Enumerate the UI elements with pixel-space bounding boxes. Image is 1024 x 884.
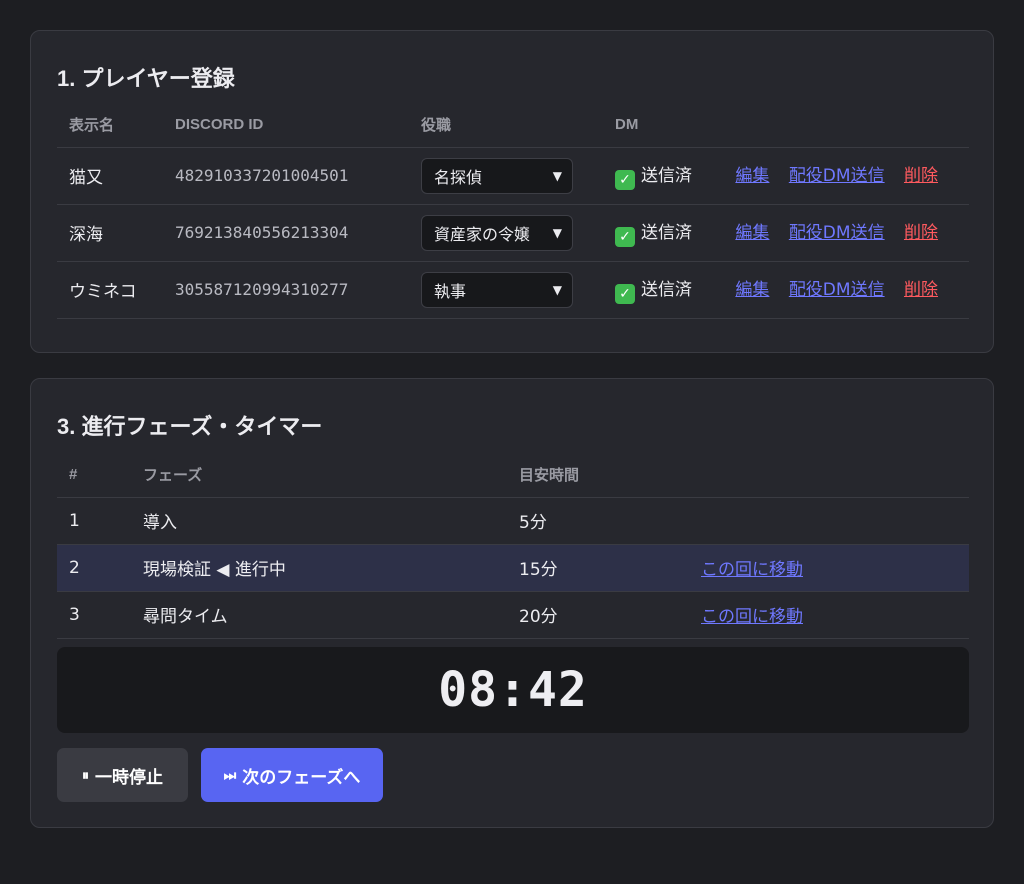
edit-link[interactable]: 編集 <box>735 223 769 243</box>
phase-number: 1 <box>57 497 131 545</box>
pause-button[interactable]: ⏸ 一時停止 <box>57 748 188 802</box>
players-table-header: 表示名 DISCORD ID 役職 DM <box>57 103 969 148</box>
dm-status: 送信済 <box>641 280 692 300</box>
dm-cell: ✓ 送信済 編集 配役DM送信 削除 <box>603 261 969 319</box>
phase-number: 3 <box>57 591 131 639</box>
delete-link[interactable]: 削除 <box>904 223 938 243</box>
move-to-phase-link[interactable]: この回に移動 <box>701 560 803 580</box>
dm-status: 送信済 <box>641 223 692 243</box>
pause-icon: ⏸ <box>82 766 89 783</box>
role-select[interactable]: 名探偵 ▼ <box>421 157 573 194</box>
column-header-discord-id: DISCORD ID <box>163 103 409 148</box>
dm-cell: ✓ 送信済 編集 配役DM送信 削除 <box>603 147 969 205</box>
column-header-time: 目安時間 <box>507 453 689 498</box>
role-select[interactable]: 資産家の令嬢 ▼ <box>421 214 573 251</box>
phases-section-title: 3. 進行フェーズ・タイマー <box>57 414 323 439</box>
phase-action-cell: この回に移動 <box>689 544 969 592</box>
chevron-down-icon: ▼ <box>552 282 562 297</box>
phase-number: 2 <box>57 544 131 592</box>
move-to-phase-link[interactable]: この回に移動 <box>701 607 803 627</box>
dm-status: 送信済 <box>641 166 692 186</box>
chevron-down-icon: ▼ <box>552 225 562 240</box>
players-table: 表示名 DISCORD ID 役職 DM 猫又 4829103372010045… <box>57 103 969 319</box>
player-discord-id: 305587120994310277 <box>163 261 409 319</box>
table-row: 猫又 482910337201004501 名探偵 ▼ ✓ 送信済 編集 配役DM… <box>57 147 969 205</box>
phase-name: 導入 <box>131 497 507 545</box>
players-section-title: 1. プレイヤー登録 <box>57 66 235 91</box>
role-cell: 資産家の令嬢 ▼ <box>409 204 603 262</box>
role-select-value: 名探偵 <box>434 167 483 187</box>
phase-time: 5分 <box>507 497 689 545</box>
phases-table-header: # フェーズ 目安時間 <box>57 453 969 498</box>
table-row: 3 尋問タイム 20分 この回に移動 <box>57 591 969 639</box>
skip-next-icon: ⏭ <box>223 766 237 783</box>
players-card: 1. プレイヤー登録 表示名 DISCORD ID 役職 DM 猫又 48291… <box>30 30 994 353</box>
send-dm-link[interactable]: 配役DM送信 <box>789 280 885 300</box>
player-name: 猫又 <box>57 147 163 205</box>
table-row: 1 導入 5分 <box>57 497 969 545</box>
column-header-role: 役職 <box>409 103 603 148</box>
phases-table: # フェーズ 目安時間 1 導入 5分 2 現場検証 ◀ 進行中 15分 この回… <box>57 453 969 639</box>
table-row: 深海 769213840556213304 資産家の令嬢 ▼ ✓ 送信済 編集 配… <box>57 204 969 262</box>
dm-cell: ✓ 送信済 編集 配役DM送信 削除 <box>603 204 969 262</box>
timer-display: 08:42 <box>57 647 969 733</box>
check-icon: ✓ <box>615 170 635 190</box>
phase-name: 尋問タイム <box>131 591 507 639</box>
phase-action-cell: この回に移動 <box>689 591 969 639</box>
table-row-active: 2 現場検証 ◀ 進行中 15分 この回に移動 <box>57 544 969 592</box>
edit-link[interactable]: 編集 <box>735 166 769 186</box>
check-icon: ✓ <box>615 227 635 247</box>
check-icon: ✓ <box>615 284 635 304</box>
column-header-name: 表示名 <box>57 103 163 148</box>
column-header-number: # <box>57 453 131 498</box>
column-header-actions <box>689 453 969 498</box>
delete-link[interactable]: 削除 <box>904 280 938 300</box>
pause-button-label: 一時停止 <box>95 767 163 787</box>
player-name: 深海 <box>57 204 163 262</box>
role-select-value: 資産家の令嬢 <box>434 224 531 244</box>
player-discord-id: 769213840556213304 <box>163 204 409 262</box>
role-cell: 執事 ▼ <box>409 261 603 319</box>
delete-link[interactable]: 削除 <box>904 166 938 186</box>
phase-name: 現場検証 ◀ 進行中 <box>131 544 507 592</box>
send-dm-link[interactable]: 配役DM送信 <box>789 223 885 243</box>
table-row: ウミネコ 305587120994310277 執事 ▼ ✓ 送信済 編集 配役D… <box>57 261 969 319</box>
player-name: ウミネコ <box>57 261 163 319</box>
role-cell: 名探偵 ▼ <box>409 147 603 205</box>
next-phase-button-label: 次のフェーズへ <box>242 767 361 787</box>
next-phase-button[interactable]: ⏭ 次のフェーズへ <box>201 748 383 802</box>
column-header-dm: DM <box>603 103 969 148</box>
phase-time: 15分 <box>507 544 689 592</box>
chevron-down-icon: ▼ <box>552 168 562 183</box>
role-select-value: 執事 <box>434 281 467 301</box>
phases-card: 3. 進行フェーズ・タイマー # フェーズ 目安時間 1 導入 5分 2 現場検… <box>30 378 994 828</box>
edit-link[interactable]: 編集 <box>735 280 769 300</box>
role-select[interactable]: 執事 ▼ <box>421 271 573 308</box>
phase-action-cell <box>689 497 969 545</box>
send-dm-link[interactable]: 配役DM送信 <box>789 166 885 186</box>
player-discord-id: 482910337201004501 <box>163 147 409 205</box>
column-header-phase: フェーズ <box>131 453 507 498</box>
phase-time: 20分 <box>507 591 689 639</box>
